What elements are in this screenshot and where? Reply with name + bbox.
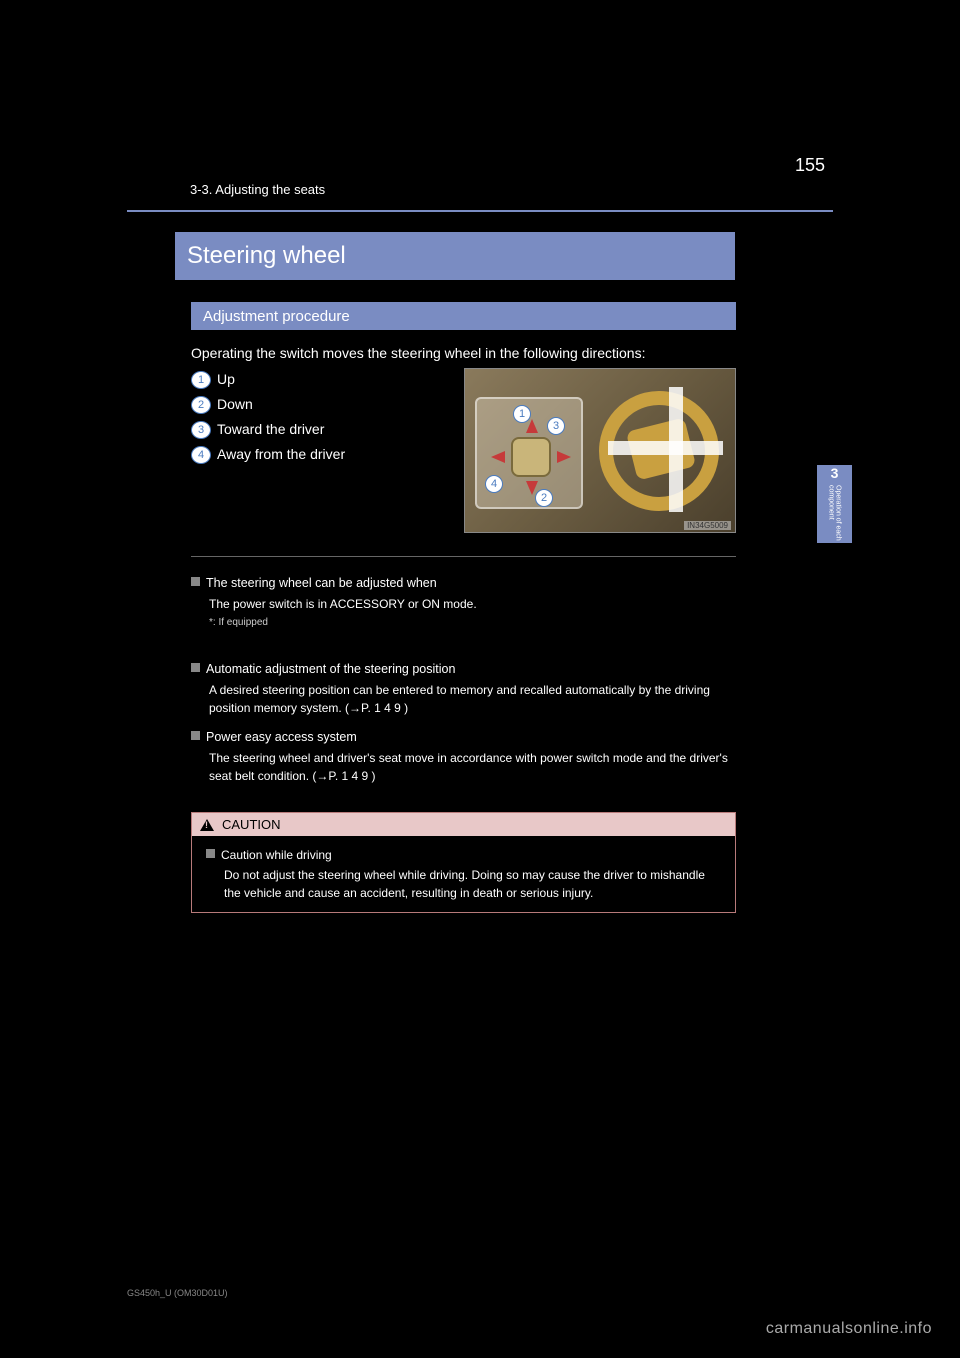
step-item: 2 Down xyxy=(191,395,451,414)
callout-number-icon: 2 xyxy=(535,489,553,507)
adjustment-knob xyxy=(511,437,551,477)
callout-number-icon: 3 xyxy=(547,417,565,435)
step-item: 3 Toward the driver xyxy=(191,420,451,439)
header-divider xyxy=(127,210,833,212)
bullet-icon xyxy=(191,663,200,672)
chapter-reference: 3-3. Adjusting the seats xyxy=(190,182,325,197)
intro-text: Operating the switch moves the steering … xyxy=(191,344,736,364)
page-number: 155 xyxy=(795,155,825,176)
callout-number-icon: 1 xyxy=(513,405,531,423)
step-text: Up xyxy=(217,370,235,388)
note-block: The steering wheel can be adjusted when … xyxy=(191,574,736,630)
caution-title-text: Caution while driving xyxy=(221,848,332,862)
movement-arrow-horizontal-icon xyxy=(608,441,723,455)
step-number-icon: 4 xyxy=(191,446,211,464)
note-block: Automatic adjustment of the steering pos… xyxy=(191,660,736,717)
caution-label: CAUTION xyxy=(222,817,281,832)
page-title: Steering wheel xyxy=(175,232,735,280)
note-title-text: Power easy access system xyxy=(206,730,357,744)
caution-title: Caution while driving xyxy=(206,846,721,864)
note-body: The steering wheel and driver's seat mov… xyxy=(191,749,736,785)
step-number-icon: 3 xyxy=(191,421,211,439)
section-tab-label: Operation of each component xyxy=(828,485,842,543)
step-number-icon: 1 xyxy=(191,371,211,389)
step-number-icon: 2 xyxy=(191,396,211,414)
section-heading: Adjustment procedure xyxy=(191,302,736,330)
bullet-icon xyxy=(191,577,200,586)
note-body: A desired steering position can be enter… xyxy=(191,681,736,717)
caution-header: CAUTION xyxy=(192,813,735,836)
watermark: carmanualsonline.info xyxy=(766,1320,932,1338)
caution-text: Do not adjust the steering wheel while d… xyxy=(206,866,721,902)
step-item: 1 Up xyxy=(191,370,451,389)
arrow-left-icon xyxy=(491,451,505,463)
step-list: 1 Up 2 Down 3 Toward the driver 4 Away f… xyxy=(191,370,451,470)
note-title-text: Automatic adjustment of the steering pos… xyxy=(206,662,455,676)
caution-box: CAUTION Caution while driving Do not adj… xyxy=(191,812,736,913)
note-title: The steering wheel can be adjusted when xyxy=(191,574,736,593)
caution-body: Caution while driving Do not adjust the … xyxy=(192,836,735,912)
bullet-icon xyxy=(206,849,215,858)
footer-doc-code: GS450h_U (OM30D01U) xyxy=(127,1288,228,1298)
step-text: Down xyxy=(217,395,253,413)
note-title: Automatic adjustment of the steering pos… xyxy=(191,660,736,679)
control-switch-box: 1 2 3 4 xyxy=(475,397,583,509)
warning-triangle-icon xyxy=(200,819,214,831)
step-text: Toward the driver xyxy=(217,420,324,438)
note-title-text: The steering wheel can be adjusted when xyxy=(206,576,437,590)
step-item: 4 Away from the driver xyxy=(191,445,451,464)
section-divider xyxy=(191,556,736,557)
arrow-up-icon xyxy=(526,419,538,433)
note-title: Power easy access system xyxy=(191,728,736,747)
steering-adjustment-diagram: 1 2 3 4 IN34G5009 xyxy=(464,368,736,533)
note-subtext: *: If equipped xyxy=(191,615,736,630)
section-tab: 3 Operation of each component xyxy=(817,465,852,543)
diagram-id: IN34G5009 xyxy=(684,521,731,530)
callout-number-icon: 4 xyxy=(485,475,503,493)
bullet-icon xyxy=(191,731,200,740)
section-tab-number: 3 xyxy=(831,465,839,481)
note-block: Power easy access system The steering wh… xyxy=(191,728,736,785)
note-body: The power switch is in ACCESSORY or ON m… xyxy=(191,595,736,613)
arrow-right-icon xyxy=(557,451,571,463)
step-text: Away from the driver xyxy=(217,445,345,463)
